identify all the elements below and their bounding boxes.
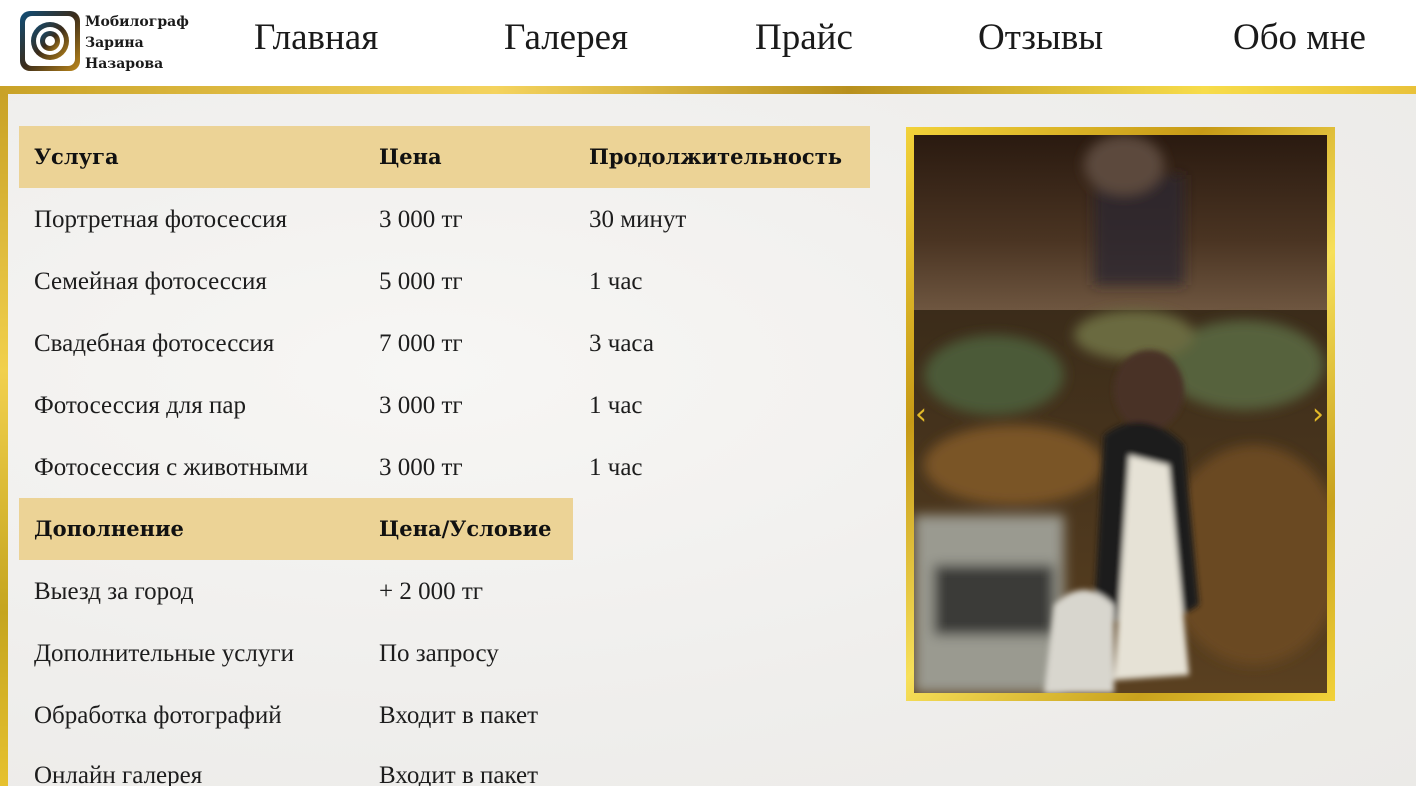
service-name: Свадебная фотосессия [34, 330, 275, 357]
blurred-photo-image [914, 135, 1327, 693]
service-price: 3 000 тг [379, 454, 463, 481]
header-price: Цена [379, 144, 442, 169]
extra-price: + 2 000 тг [379, 578, 484, 605]
extra-name: Обработка фотографий [34, 702, 282, 729]
service-price: 3 000 тг [379, 206, 463, 233]
service-duration: 1 час [589, 454, 643, 481]
extras-table: Дополнение Цена/Условие Выезд за город +… [19, 498, 573, 786]
extra-price: Входит в пакет [379, 762, 539, 786]
header-duration: Продолжительность [589, 144, 842, 169]
service-price: 3 000 тг [379, 392, 463, 419]
nav-reviews[interactable]: Отзывы [978, 16, 1103, 60]
service-duration: 1 час [589, 268, 643, 295]
service-name: Фотосессия с животными [34, 454, 309, 481]
extra-price: Входит в пакет [379, 702, 539, 729]
brand-line-2: Зарина [85, 35, 144, 51]
slider-photo [914, 135, 1327, 693]
service-price: 5 000 тг [379, 268, 463, 295]
header-gold-divider [0, 86, 1416, 94]
left-gold-border [0, 94, 8, 786]
brand-line-1: Мобилограф [85, 14, 189, 30]
header-service: Услуга [34, 144, 119, 169]
nav-price[interactable]: Прайс [755, 16, 853, 60]
services-table-header: Услуга Цена Продолжительность [19, 126, 870, 188]
chevron-right-icon[interactable]: › [1307, 397, 1329, 433]
extra-price: По запросу [379, 640, 499, 667]
extras-table-header: Дополнение Цена/Условие [19, 498, 573, 560]
brand-line-3: Назарова [85, 56, 164, 72]
site-header: Мобилограф Зарина Назарова Главная Галер… [0, 0, 1416, 86]
service-price: 7 000 тг [379, 330, 463, 357]
extra-name: Онлайн галерея [34, 762, 203, 786]
service-duration: 30 минут [589, 206, 687, 233]
header-extra: Дополнение [34, 516, 184, 541]
extra-name: Дополнительные услуги [34, 640, 294, 667]
nav-gallery[interactable]: Галерея [504, 16, 628, 60]
service-duration: 3 часа [589, 330, 654, 357]
service-name: Портретная фотосессия [34, 206, 287, 233]
brand-name[interactable]: Мобилограф Зарина Назарова [85, 12, 189, 75]
services-table: Услуга Цена Продолжительность Портретная… [19, 126, 870, 498]
service-duration: 1 час [589, 392, 643, 419]
camera-lens-logo-icon[interactable] [18, 9, 82, 73]
service-name: Семейная фотосессия [34, 268, 267, 295]
nav-home[interactable]: Главная [254, 16, 378, 60]
header-price-condition: Цена/Условие [379, 516, 552, 541]
extra-name: Выезд за город [34, 578, 194, 605]
chevron-left-icon[interactable]: ‹ [910, 397, 932, 433]
service-name: Фотосессия для пар [34, 392, 246, 419]
nav-about[interactable]: Обо мне [1233, 16, 1366, 60]
photo-slider[interactable]: ‹ › [906, 127, 1335, 701]
